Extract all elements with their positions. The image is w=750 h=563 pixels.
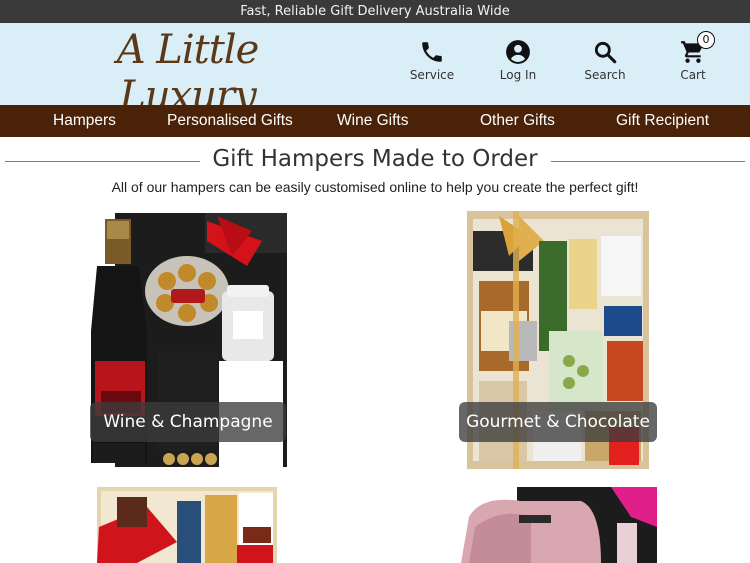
page-title: Gift Hampers Made to Order <box>212 146 538 172</box>
category-card-partial-right[interactable] <box>461 487 657 563</box>
nav-item-personalised-gifts[interactable]: Personalised Gifts <box>167 112 293 130</box>
page-subtitle: All of our hampers can be easily customi… <box>111 179 639 195</box>
nav-item-wine-gifts[interactable]: Wine Gifts <box>337 112 408 130</box>
category-card-wine-champagne[interactable]: Wine & Champagne <box>87 211 287 469</box>
nav-item-other-gifts[interactable]: Other Gifts <box>480 112 555 130</box>
search-label: Search <box>584 68 626 82</box>
login-label: Log In <box>499 68 537 82</box>
promo-bar: Fast, Reliable Gift Delivery Australia W… <box>0 0 750 23</box>
nav-item-hampers[interactable]: Hampers <box>53 112 116 130</box>
login-link[interactable]: Log In <box>488 39 548 82</box>
nav-item-gift-recipient[interactable]: Gift Recipient <box>616 112 709 130</box>
section-heading: Gift Hampers Made to Order <box>0 146 750 176</box>
category-card-gourmet-chocolate[interactable]: Gourmet & Chocolate <box>459 211 657 469</box>
service-link[interactable]: Service <box>402 39 462 82</box>
cart-label: Cart <box>680 68 706 82</box>
category-card-partial-left[interactable] <box>97 487 277 563</box>
user-icon <box>506 40 530 64</box>
cart-count-badge: 0 <box>697 31 715 49</box>
hamper-image-partial-left <box>97 487 277 563</box>
main-nav: Hampers Personalised Gifts Wine Gifts Ot… <box>0 105 750 137</box>
promo-text: Fast, Reliable Gift Delivery Australia W… <box>240 4 510 19</box>
site-header: A Little Luxury Create the Perfect Gift!… <box>0 23 750 140</box>
phone-icon <box>422 42 442 62</box>
hamper-image-partial-right <box>461 487 657 563</box>
search-icon <box>594 41 617 64</box>
card-label-gourmet-chocolate: Gourmet & Chocolate <box>459 402 657 442</box>
search-link[interactable]: Search <box>575 39 635 82</box>
cart-link[interactable]: 0 Cart <box>663 31 723 82</box>
service-label: Service <box>409 68 455 82</box>
card-label-wine-champagne: Wine & Champagne <box>90 402 286 442</box>
heading-rule-right <box>551 161 745 162</box>
